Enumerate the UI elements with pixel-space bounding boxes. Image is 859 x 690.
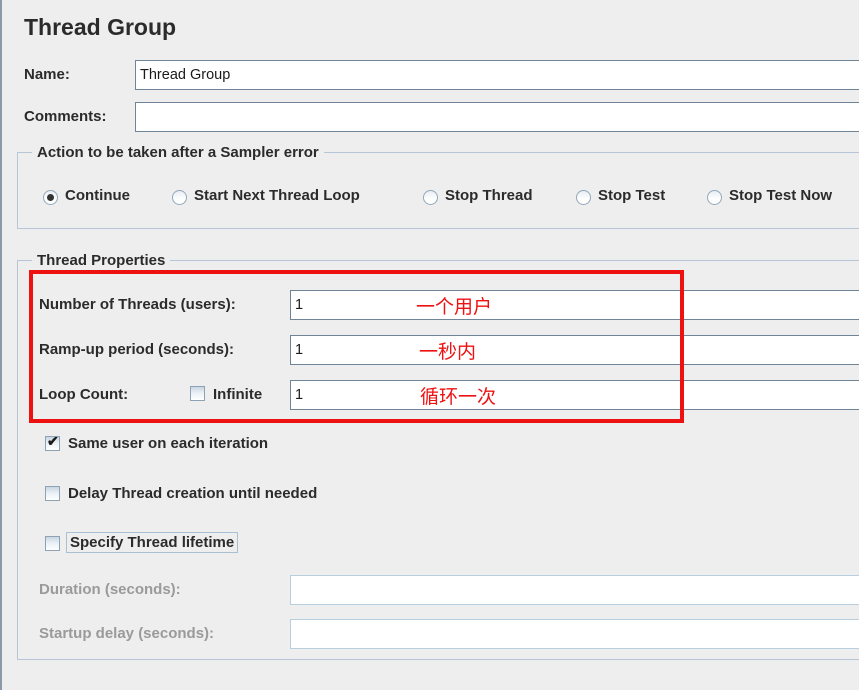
loop-count-label: Loop Count: (39, 386, 129, 403)
radio-stop-test-now-indicator[interactable] (707, 190, 722, 205)
startup-delay-label: Startup delay (seconds): (39, 625, 215, 642)
sampler-error-group-title: Action to be taken after a Sampler error (32, 144, 324, 161)
loop-count-infinite-label: Infinite (213, 386, 263, 403)
page-title: Thread Group (24, 14, 177, 40)
radio-stop-test-indicator[interactable] (576, 190, 591, 205)
comments-label: Comments: (24, 108, 107, 125)
startup-delay-input[interactable] (290, 619, 859, 649)
duration-label: Duration (seconds): (39, 581, 181, 598)
duration-input[interactable] (290, 575, 859, 605)
ramp-up-period-input[interactable] (290, 335, 859, 365)
delay-thread-creation-checkbox[interactable] (45, 486, 60, 501)
name-input[interactable] (135, 60, 859, 90)
radio-stop-test-label: Stop Test (598, 187, 666, 204)
radio-stop-test-now-label: Stop Test Now (729, 187, 833, 204)
number-of-threads-annotation: 一个用户 (416, 296, 493, 318)
checkmark-icon: ✔ (47, 433, 59, 449)
radio-continue-indicator[interactable] (43, 190, 58, 205)
radio-start-next-thread-loop-indicator[interactable] (172, 190, 187, 205)
loop-count-annotation: 循环一次 (420, 386, 497, 408)
same-user-label: Same user on each iteration (68, 435, 269, 452)
number-of-threads-label: Number of Threads (users): (39, 296, 236, 313)
thread-group-panel: Thread Group Name: Comments: Action to b… (0, 0, 859, 690)
delay-thread-creation-label: Delay Thread creation until needed (68, 485, 318, 502)
ramp-up-period-label: Ramp-up period (seconds): (39, 341, 235, 358)
loop-count-infinite-checkbox[interactable] (190, 386, 205, 401)
name-label: Name: (24, 66, 70, 83)
ramp-up-period-annotation: 一秒内 (419, 341, 477, 363)
radio-stop-thread-indicator[interactable] (423, 190, 438, 205)
same-user-checkbox[interactable]: ✔ (45, 433, 60, 451)
number-of-threads-input[interactable] (290, 290, 859, 320)
thread-properties-group-title: Thread Properties (32, 252, 171, 269)
specify-thread-lifetime-label: Specify Thread lifetime (66, 532, 239, 553)
radio-stop-thread-label: Stop Thread (445, 187, 533, 204)
specify-thread-lifetime-checkbox[interactable] (45, 536, 60, 551)
radio-start-next-thread-loop-label: Start Next Thread Loop (194, 187, 360, 204)
loop-count-input[interactable] (290, 380, 859, 410)
radio-continue-label: Continue (65, 187, 130, 204)
comments-input[interactable] (135, 102, 859, 132)
